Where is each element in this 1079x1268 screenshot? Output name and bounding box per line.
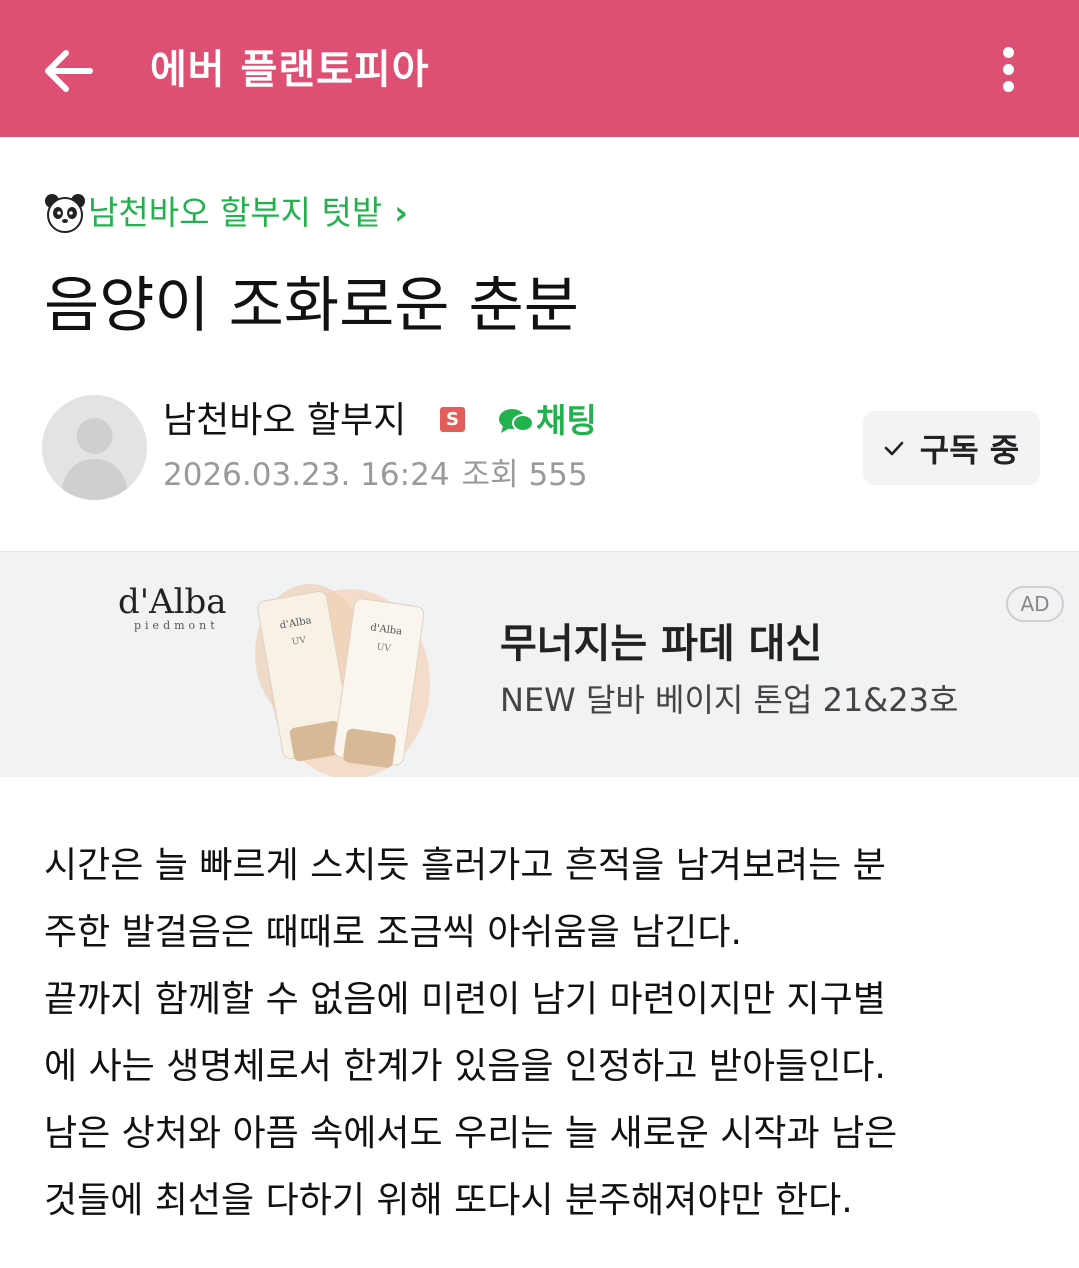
author-name[interactable]: 남천바오 할부지 — [163, 396, 406, 446]
ad-banner[interactable]: d'Alba piedmont d'Alba UV d'Alba UV 무너지는… — [0, 551, 1079, 777]
ad-brand-sub: piedmont — [134, 619, 219, 632]
product-image: d'Alba UV d'Alba UV — [255, 584, 430, 777]
post-title: 음양이 조화로운 춘분 — [44, 271, 579, 341]
more-vertical-icon — [1002, 47, 1014, 58]
board-name: 남천바오 할부지 텃밭 — [88, 193, 383, 232]
ad-subline: NEW 달바 베이지 톤업 21&23호 — [500, 681, 959, 719]
chat-bubbles-icon — [499, 409, 534, 433]
body-line: 남은 상처와 아픔 속에서도 우리는 늘 새로운 시작과 남은 — [44, 1113, 898, 1154]
body-line: 에 사는 생명체로서 한계가 있음을 인정하고 받아들인다. — [44, 1046, 886, 1087]
post-date: 2026.03.23. 16:24 — [163, 457, 450, 493]
more-options-button[interactable] — [986, 40, 1030, 100]
post-meta: 2026.03.23. 16:24 조회 555 — [163, 452, 588, 498]
back-arrow-icon — [45, 50, 93, 92]
chat-label: 채팅 — [536, 401, 597, 440]
chat-button[interactable]: 채팅 — [498, 396, 597, 446]
app-bar: 에버 플랜토피아 — [0, 0, 1079, 137]
avatar[interactable] — [42, 395, 147, 500]
post-body: 시간은 늘 빠르게 스치듯 흘러가고 흔적을 남겨보려는 분 주한 발걸음은 때… — [44, 832, 1044, 1234]
board-link[interactable]: 남천바오 할부지 텃밭 › — [44, 190, 408, 236]
ad-headline: 무너지는 파데 대신 — [500, 621, 823, 667]
default-user-icon — [42, 395, 147, 500]
ad-badge[interactable]: AD — [1006, 586, 1064, 622]
body-line: 주한 발걸음은 때때로 조금씩 아쉬움을 남긴다. — [44, 912, 742, 953]
back-button[interactable] — [38, 40, 100, 102]
body-line: 것들에 최선을 다하기 위해 또다시 분주해져야만 한다. — [44, 1180, 853, 1221]
app-title: 에버 플랜토피아 — [150, 47, 430, 93]
subscribe-label: 구독 중 — [919, 431, 1020, 469]
svg-text:UV: UV — [376, 642, 392, 654]
check-icon — [884, 441, 904, 456]
subscribe-button[interactable]: 구독 중 — [863, 411, 1040, 485]
chevron-right-icon: › — [394, 193, 408, 232]
view-count: 조회 555 — [461, 457, 588, 493]
body-line: 끝까지 함께할 수 없음에 미련이 남기 마련이지만 지구별 — [44, 979, 886, 1020]
panda-icon — [45, 194, 85, 233]
body-line: 시간은 늘 빠르게 스치듯 흘러가고 흔적을 남겨보려는 분 — [44, 845, 886, 886]
ad-brand-logo: d'Alba — [118, 582, 227, 622]
author-badge: S — [440, 407, 465, 432]
